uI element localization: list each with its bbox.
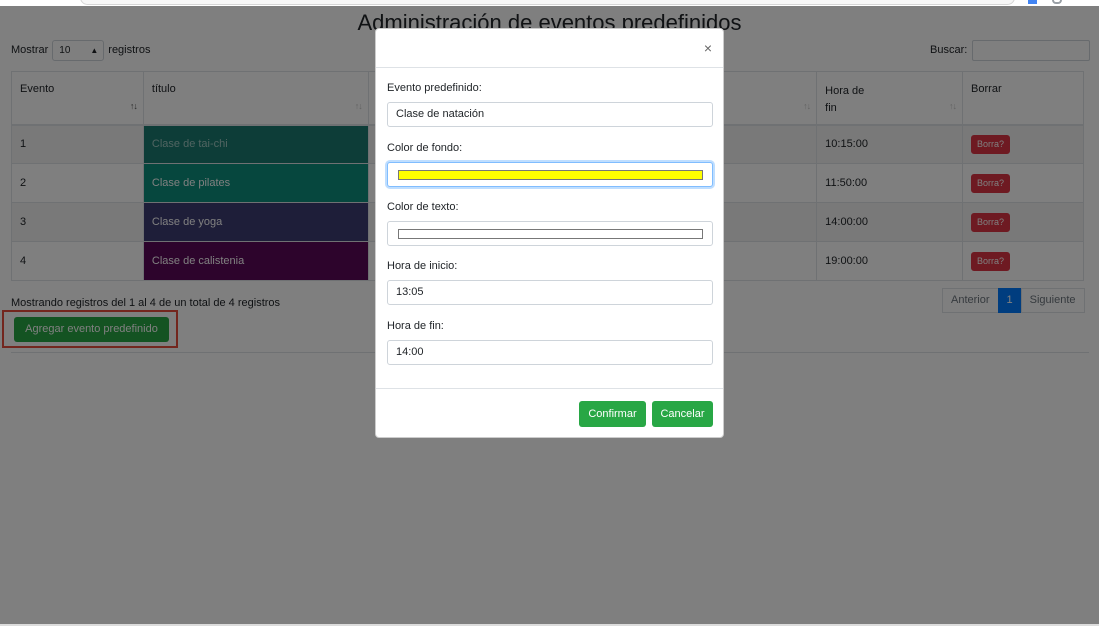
text-color-swatch: [398, 229, 703, 239]
bg-color-swatch: [398, 170, 703, 180]
event-name-input[interactable]: Clase de natación: [387, 102, 713, 127]
text-color-input[interactable]: [387, 221, 713, 246]
event-name-label: Evento predefinido:: [387, 82, 482, 94]
start-time-label: Hora de inicio:: [387, 260, 458, 272]
cancel-button[interactable]: Cancelar: [652, 401, 713, 427]
edit-event-modal: × Evento predefinido: Clase de natación …: [375, 28, 724, 438]
bg-color-label: Color de fondo:: [387, 142, 463, 154]
text-color-label: Color de texto:: [387, 201, 459, 213]
bg-color-input[interactable]: [387, 162, 713, 187]
modal-header: ×: [376, 29, 723, 68]
modal-footer: [376, 388, 723, 389]
confirm-button[interactable]: Confirmar: [579, 401, 646, 427]
close-icon[interactable]: ×: [704, 41, 712, 55]
start-time-input[interactable]: 13:05: [387, 280, 713, 305]
end-time-input[interactable]: 14:00: [387, 340, 713, 365]
end-time-label: Hora de fin:: [387, 320, 444, 332]
